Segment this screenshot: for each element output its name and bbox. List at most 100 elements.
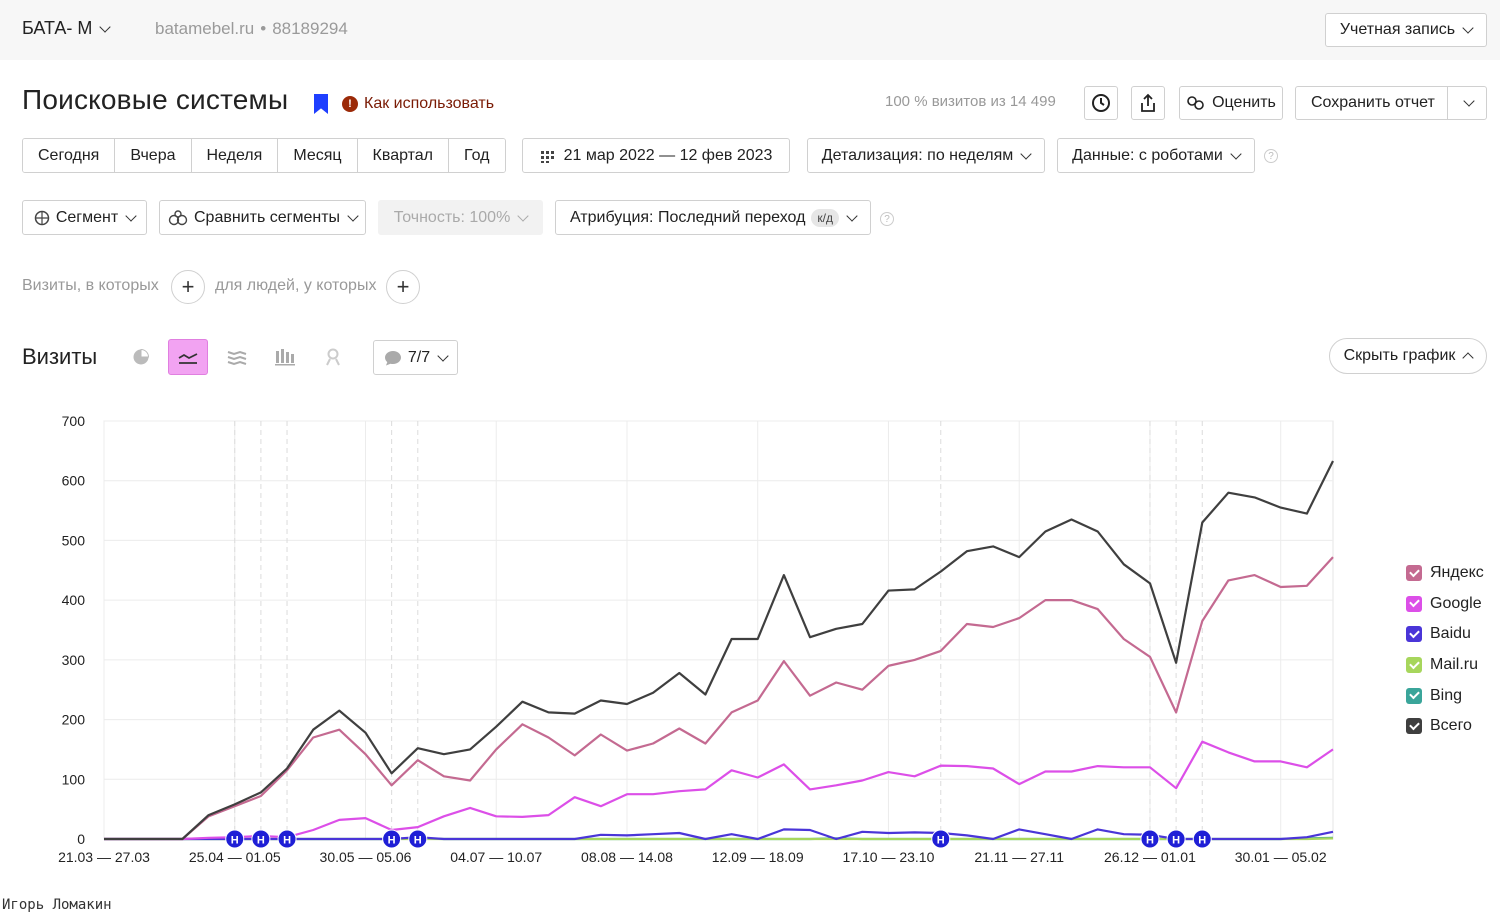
compare-segments-dropdown[interactable]: Сравнить сегменты	[159, 200, 366, 235]
series-line-яндекс	[104, 556, 1334, 841]
holiday-marker-label: Н	[414, 835, 422, 847]
top-bar: БАТА- М batamebel.ru • 88189294 Учетная за…	[0, 0, 1500, 60]
y-tick-label: 0	[77, 831, 85, 847]
rate-label: Оценить	[1212, 94, 1276, 111]
legend-checkbox	[1406, 718, 1422, 735]
area-chart-view-button[interactable]	[217, 339, 257, 375]
site-host: batamebel.ru	[155, 19, 255, 38]
chevron-down-icon	[1020, 147, 1032, 160]
date-range-button[interactable]: 21 мар 2022 — 12 фев 2023	[522, 138, 790, 173]
rate-button[interactable]: Оценить	[1179, 86, 1283, 120]
bookmark-icon[interactable]	[314, 94, 328, 114]
period-month[interactable]: Месяц	[278, 139, 358, 172]
attribution-label: Атрибуция: Последний переход	[569, 208, 806, 226]
segment-dropdown[interactable]: Сегмент	[22, 200, 147, 235]
date-range-label: 21 мар 2022 — 12 фев 2023	[563, 146, 773, 164]
chevron-down-icon	[1230, 147, 1242, 160]
legend-item-google[interactable]: Google	[1406, 589, 1484, 620]
x-tick-label: 30.05 — 05.06	[320, 849, 412, 865]
chevron-down-icon	[99, 20, 112, 33]
legend-item-baidu[interactable]: Baidu	[1406, 619, 1484, 650]
line-chart-icon	[178, 353, 198, 364]
save-label: Сохранить отчет	[1311, 94, 1435, 111]
legend-item-mailru[interactable]: Mail.ru	[1406, 650, 1484, 681]
data-label: Данные: с роботами	[1072, 146, 1223, 164]
pie-chart-icon	[133, 348, 150, 365]
visits-share: 100 % визитов из 14 499	[885, 93, 1056, 110]
info-icon: !	[342, 96, 358, 112]
detail-label: Детализация: по неделям	[821, 146, 1014, 164]
separator-dot: •	[260, 19, 267, 38]
share-icon	[1141, 93, 1155, 112]
howto-link[interactable]: ! Как использовать	[342, 95, 494, 113]
series-line-total	[104, 460, 1334, 841]
add-visit-filter-button[interactable]: +	[171, 270, 205, 304]
period-today[interactable]: Сегодня	[23, 139, 116, 172]
accuracy-dropdown[interactable]: Точность: 100%	[378, 200, 543, 235]
holiday-marker-label: Н	[1146, 835, 1154, 847]
line-chart-view-button[interactable]	[168, 339, 208, 375]
add-people-filter-button[interactable]: +	[386, 270, 420, 304]
hide-chart-label: Скрыть график	[1343, 347, 1456, 364]
compare-icon	[168, 209, 188, 225]
counter-name: БАТА- М	[22, 18, 93, 38]
calendar-icon	[540, 150, 554, 163]
period-year[interactable]: Год	[449, 139, 505, 172]
x-tick-label: 30.01 — 05.02	[1235, 849, 1327, 865]
howto-label: Как использовать	[364, 95, 495, 112]
legend-checkbox	[1406, 565, 1422, 582]
chevron-down-icon	[437, 349, 449, 362]
x-tick-label: 08.08 — 14.08	[581, 849, 673, 865]
x-tick-label: 21.03 — 27.03	[58, 849, 150, 865]
watermark-signature: Игорь Ломакин	[2, 897, 112, 913]
accuracy-label: Точность: 100%	[393, 208, 511, 226]
history-button[interactable]	[1084, 86, 1118, 120]
series-selector[interactable]: 7/7	[373, 340, 458, 375]
bar-chart-view-button[interactable]	[265, 339, 305, 375]
legend-item-total[interactable]: Всего	[1406, 711, 1484, 742]
help-icon[interactable]: ?	[880, 212, 894, 226]
period-yesterday[interactable]: Вчера	[115, 139, 192, 172]
counter-selector[interactable]: БАТА- М	[22, 18, 112, 39]
y-tick-label: 200	[62, 712, 86, 728]
y-tick-label: 100	[62, 771, 86, 787]
pie-chart-view-button[interactable]	[121, 339, 161, 375]
legend-label: Яндекс	[1430, 564, 1484, 582]
chevron-down-icon	[1462, 22, 1474, 34]
export-button[interactable]	[1131, 86, 1165, 120]
chevron-down-icon	[347, 209, 359, 222]
page-title: Поисковые системы	[22, 84, 289, 115]
legend-checkbox	[1406, 657, 1422, 674]
account-button[interactable]: Учетная запись	[1325, 13, 1487, 47]
x-tick-label: 26.12 — 01.01	[1104, 849, 1196, 865]
x-tick-label: 25.04 — 01.05	[189, 849, 281, 865]
legend-item-bing[interactable]: Bing	[1406, 680, 1484, 711]
legend-item-yandex[interactable]: Яндекс	[1406, 558, 1484, 589]
attribution-dropdown[interactable]: Атрибуция: Последний переход к/д	[555, 200, 871, 235]
x-tick-label: 12.09 — 18.09	[712, 849, 804, 865]
data-dropdown[interactable]: Данные: с роботами	[1057, 138, 1255, 173]
save-options-toggle[interactable]	[1448, 86, 1487, 120]
plus-icon: +	[396, 274, 410, 299]
hide-chart-button[interactable]: Скрыть график	[1329, 338, 1487, 374]
comment-icon	[384, 350, 401, 365]
legend-checkbox	[1406, 626, 1422, 643]
period-selector: Сегодня Вчера Неделя Месяц Квартал Год	[22, 138, 506, 173]
x-tick-label: 04.07 — 10.07	[450, 849, 542, 865]
detail-dropdown[interactable]: Детализация: по неделям	[807, 138, 1045, 173]
holiday-marker-label: Н	[231, 835, 239, 847]
clock-icon	[1092, 94, 1110, 112]
chart-title: Визиты	[22, 344, 98, 369]
map-pin-icon	[326, 348, 340, 366]
holiday-marker-label: Н	[1198, 835, 1206, 847]
counter-id: 88189294	[272, 19, 348, 38]
y-tick-label: 300	[62, 652, 86, 668]
period-week[interactable]: Неделя	[191, 139, 279, 172]
period-quarter[interactable]: Квартал	[357, 139, 450, 172]
y-tick-label: 500	[62, 532, 86, 548]
help-icon[interactable]: ?	[1264, 149, 1278, 163]
holiday-marker-label: Н	[1172, 835, 1180, 847]
holiday-marker-label: Н	[388, 835, 396, 847]
site-info: batamebel.ru • 88189294	[155, 19, 348, 39]
map-view-button[interactable]	[313, 339, 353, 375]
